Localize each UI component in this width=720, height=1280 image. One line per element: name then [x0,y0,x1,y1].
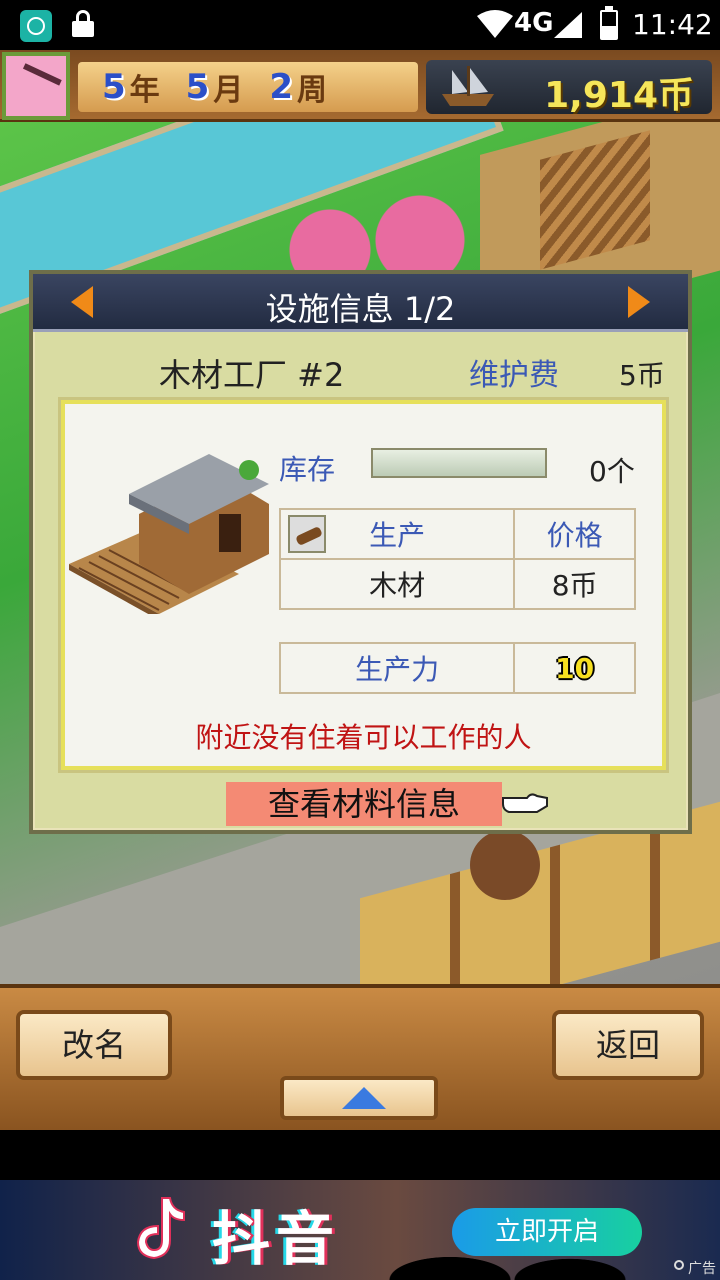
money-display[interactable]: 1,914币 [426,60,712,116]
stock-label: 库存 [279,453,336,486]
maintenance-value: 5币 [619,359,665,392]
product-name: 木材 [278,558,516,610]
year-number: 5 [102,67,126,107]
warning-message: 附近没有住着可以工作的人 [195,721,532,754]
stock-value: 0个 [589,455,635,488]
production-header: 生产 [369,519,426,552]
month-number: 5 [185,67,210,107]
app-notification-icon [20,10,52,42]
ad-cta-button[interactable]: 立即开启 [452,1208,642,1256]
ad-brand-name: 抖音 [212,1205,341,1273]
facility-name: 木材工厂 #2 [159,356,345,394]
productivity-label: 生产力 [278,642,516,694]
year-unit: 年 [129,73,160,108]
productivity-cell: 10 [513,642,636,694]
facility-info-dialog: 设施信息 1/2 木材工厂 #2 维护费 5币 库存 0个 生产 价格 木材 8… [29,270,692,834]
view-material-info-button[interactable]: 查看材料信息 [226,782,502,826]
lock-icon [72,10,94,37]
dialog-title: 设施信息 1/2 [265,290,456,328]
price-header: 价格 [513,508,636,560]
battery-icon [600,6,618,40]
bottom-bar: 改名 返回 [0,984,720,1130]
maintenance-label: 维护费 [469,358,559,393]
wood-log-icon [288,515,326,553]
tiktok-logo-icon [136,1197,185,1260]
month-unit: 月 [213,73,244,108]
back-button[interactable]: 返回 [552,1010,704,1080]
lumber-mill-building-icon [69,454,269,614]
signal-icon [554,12,582,38]
money-amount: 1,914币 [544,75,694,116]
table-row: 生产 价格 [278,508,636,560]
productivity-table: 生产力 10 [278,642,636,694]
wifi-icon [477,10,513,38]
clock: 11:42 [632,8,713,41]
next-page-arrow-icon[interactable] [628,286,650,318]
week-number: 2 [269,67,294,107]
productivity-value: 10 [555,651,595,685]
status-bar: 4G 11:42 [0,0,720,50]
top-hud: 5 年 5 月 2 周 1,914币 [0,50,720,122]
date-display: 5 年 5 月 2 周 [78,62,418,112]
pointing-hand-icon [502,793,548,813]
tree [470,830,540,900]
ad-banner[interactable]: 抖音 立即开启 [0,1180,720,1280]
rename-button[interactable]: 改名 [16,1010,172,1080]
expand-up-button[interactable] [280,1076,438,1120]
product-price: 8币 [513,558,636,610]
dialog-header: 设施信息 1/2 [33,274,688,332]
screen: 4G 11:42 5 年 5 月 2 周 1,914币 设施信息 1/2 木材工… [0,0,720,1280]
stock-progress-bar [371,448,547,478]
ship-icon [442,66,494,106]
ad-label: 广告 [688,1261,716,1277]
week-unit: 周 [297,73,328,108]
table-row: 生产力 10 [278,642,636,694]
production-table: 生产 价格 木材 8币 [278,508,636,610]
facility-detail-panel: 库存 0个 生产 价格 木材 8币 生产力 10 附近没有住着可以工作的人 [61,400,666,770]
ad-info-icon[interactable] [674,1260,684,1270]
table-row: 木材 8币 [278,558,636,610]
network-type: 4G [514,8,554,38]
production-header-cell: 生产 [278,508,516,560]
season-avatar-icon[interactable] [2,52,70,120]
